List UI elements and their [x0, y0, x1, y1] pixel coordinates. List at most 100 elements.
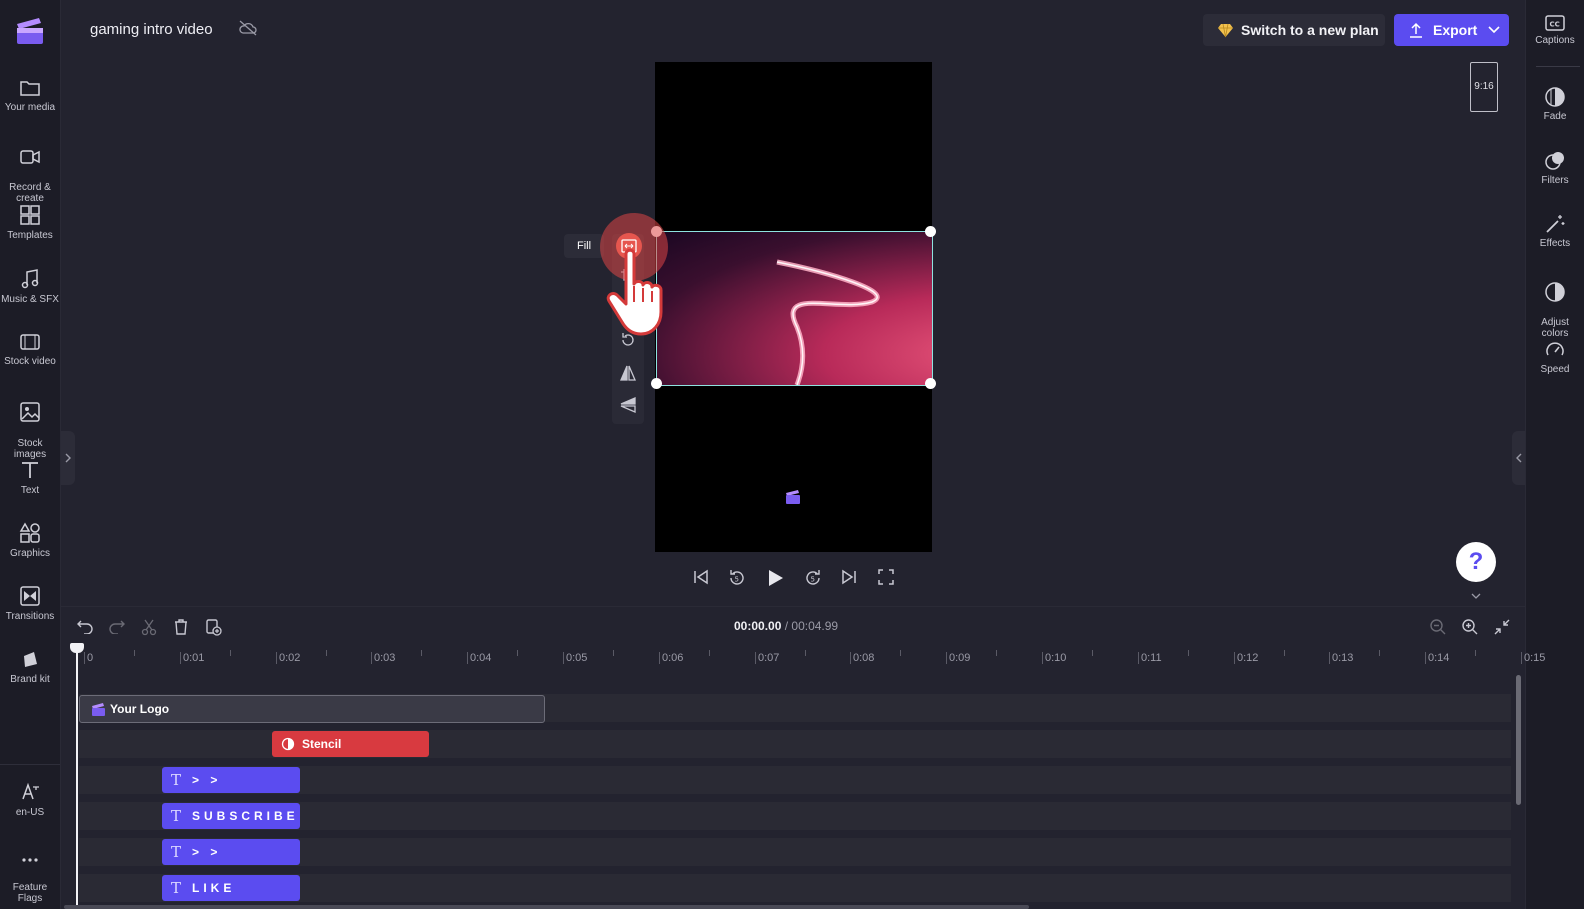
clip-label: Your Logo [110, 702, 170, 716]
nav-filters[interactable]: Filters [1526, 150, 1584, 186]
resize-handle-bottom-right[interactable] [925, 378, 936, 389]
clip-label: SUBSCRIBE [192, 809, 299, 823]
nav-music-sfx[interactable]: Music & SFX [0, 268, 60, 305]
ruler-tick [180, 652, 181, 664]
resize-handle-top-right[interactable] [925, 226, 936, 237]
nav-text[interactable]: Text [0, 459, 60, 496]
flip-horizontal-icon[interactable] [619, 364, 637, 382]
forward-5s-icon[interactable]: 5 [803, 568, 823, 588]
text-icon [22, 462, 38, 478]
delete-icon[interactable] [172, 618, 190, 636]
fill-tooltip: Fill [564, 234, 604, 258]
nav-stock-video[interactable]: Stock video [0, 332, 60, 367]
ruler-minor-tick [709, 650, 710, 656]
zoom-out-icon[interactable] [1429, 618, 1447, 636]
play-icon[interactable] [765, 568, 785, 588]
magic-wand-icon [1546, 215, 1565, 233]
ruler-tick [467, 652, 468, 664]
clipchamp-logo[interactable] [13, 14, 45, 46]
nav-feature-flags[interactable]: Feature Flags [0, 842, 60, 904]
nav-adjust-colors[interactable]: Adjust colors [1526, 270, 1584, 339]
duplicate-icon[interactable] [204, 618, 222, 636]
image-icon [20, 402, 40, 422]
nav-brand-kit[interactable]: Brand kit [0, 648, 60, 685]
left-panel-expand[interactable] [61, 431, 75, 485]
film-icon [20, 334, 40, 350]
clip-stencil[interactable]: Stencil [272, 731, 429, 757]
nav-label: en-US [15, 807, 45, 818]
nav-label: Brand kit [10, 674, 50, 685]
folder-icon [20, 81, 40, 96]
clip-text-arrows-1[interactable]: T > > [162, 767, 300, 793]
svg-text:5: 5 [735, 576, 739, 584]
text-icon: T [171, 879, 182, 897]
nav-captions[interactable]: CC Captions [1526, 14, 1584, 46]
nav-label: Music & SFX [1, 294, 59, 305]
clip-text-arrows-2[interactable]: T > > [162, 839, 300, 865]
ruler-label: 0:08 [853, 652, 875, 664]
ruler-minor-tick [230, 650, 231, 656]
switch-plan-button[interactable]: Switch to a new plan [1203, 14, 1385, 46]
zoom-in-icon[interactable] [1461, 618, 1479, 636]
clip-text-like[interactable]: T LIKE [162, 875, 300, 901]
redo-icon[interactable] [108, 618, 126, 634]
nav-transitions[interactable]: Transitions [0, 585, 60, 622]
nav-label: Filters [1541, 175, 1569, 186]
clip-label: > > [192, 773, 222, 787]
camera-icon [20, 150, 40, 164]
left-sidebar: Your media Record & create Templates Mus… [0, 0, 61, 909]
split-scissors-icon[interactable] [140, 618, 158, 636]
nav-graphics[interactable]: Graphics [0, 522, 60, 559]
text-icon: T [171, 843, 182, 861]
ruler-label: 0:14 [1428, 652, 1450, 664]
ruler-tick [371, 652, 372, 664]
ruler-minor-tick [517, 650, 518, 656]
ruler-minor-tick [1284, 650, 1285, 656]
right-panel-expand[interactable] [1512, 431, 1526, 485]
rewind-5s-icon[interactable]: 5 [727, 568, 747, 588]
ruler-label: 0:03 [374, 652, 396, 664]
resize-handle-bottom-left[interactable] [651, 378, 662, 389]
hand-cursor-icon [606, 248, 663, 336]
export-button[interactable]: Export [1394, 14, 1509, 46]
project-title[interactable]: gaming intro video [90, 21, 213, 38]
export-label: Export [1433, 22, 1478, 38]
undo-icon[interactable] [76, 618, 94, 634]
clip-text-subscribe[interactable]: T SUBSCRIBE [162, 803, 300, 829]
clip-your-logo[interactable]: Your Logo [79, 695, 545, 723]
selected-video-clip[interactable] [656, 231, 933, 386]
fullscreen-icon[interactable] [877, 568, 895, 586]
flip-vertical-icon[interactable] [619, 396, 637, 414]
skip-to-end-icon[interactable] [840, 568, 858, 586]
ruler-label: 0:01 [183, 652, 205, 664]
ruler-label: 0:07 [758, 652, 780, 664]
timeline-vertical-scrollbar[interactable] [1516, 675, 1521, 805]
skip-to-start-icon[interactable] [692, 568, 710, 586]
playhead-line[interactable] [76, 645, 78, 909]
timeline-horizontal-scrollbar[interactable] [64, 905, 1029, 909]
ruler-tick [946, 652, 947, 664]
nav-language[interactable]: en-US [0, 781, 60, 818]
nav-your-media[interactable]: Your media [0, 78, 60, 113]
right-sidebar: CC Captions Fade Filters Effects Adjust … [1525, 0, 1584, 909]
text-icon: T [171, 807, 182, 825]
ruler-tick [276, 652, 277, 664]
nav-fade[interactable]: Fade [1526, 86, 1584, 122]
nav-speed[interactable]: Speed [1526, 339, 1584, 375]
nav-label: Graphics [9, 548, 50, 559]
nav-stock-images[interactable]: Stock images [0, 390, 60, 460]
fit-timeline-icon[interactable] [1493, 618, 1511, 636]
nav-label: Effects [1539, 238, 1571, 249]
nav-record-create[interactable]: Record & create [0, 136, 60, 204]
nav-effects[interactable]: Effects [1526, 213, 1584, 249]
light-trail-graphic [776, 259, 880, 385]
nav-label: Your media [4, 102, 56, 113]
nav-templates[interactable]: Templates [0, 204, 60, 241]
chevron-down-icon [1488, 26, 1500, 34]
nav-label: Speed [1540, 364, 1570, 375]
help-button[interactable]: ? [1456, 542, 1496, 582]
aspect-ratio-button[interactable]: 9:16 [1470, 62, 1498, 112]
playhead-handle[interactable] [70, 643, 84, 653]
chevron-down-icon[interactable] [1470, 592, 1482, 600]
timeline-divider [61, 606, 1525, 607]
